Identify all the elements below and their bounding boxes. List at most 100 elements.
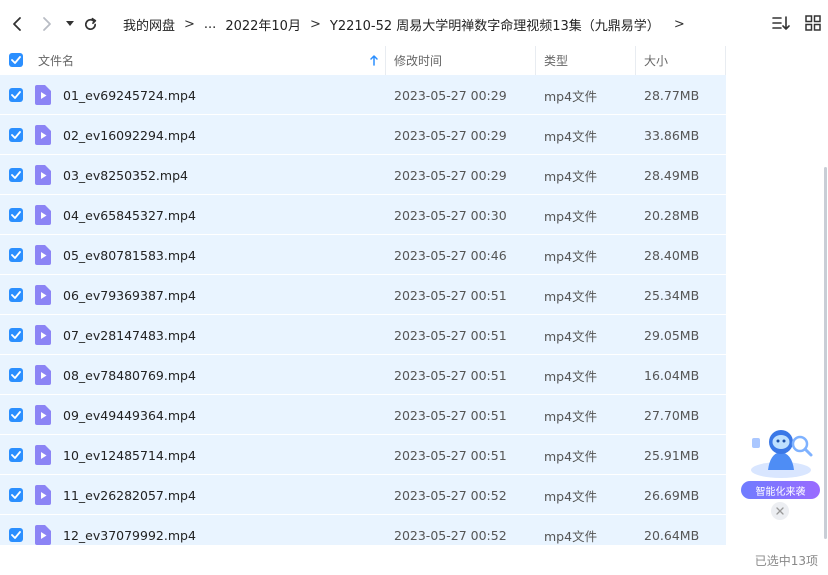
file-type: mp4文件 [544,208,598,224]
video-file-icon [35,245,51,265]
video-file-icon [35,325,51,345]
file-modified-time: 2023-05-27 00:29 [394,127,507,143]
table-row[interactable]: 12_ev37079992.mp4 2023-05-27 00:52 mp4文件 20… [0,515,726,545]
table-row[interactable]: 07_ev28147483.mp4 2023-05-27 00:51 mp4文件 29… [0,315,726,355]
column-header-type[interactable]: 类型 [536,46,636,75]
file-size: 20.28MB [644,207,700,223]
file-name[interactable]: 08_ev78480769.mp4 [63,355,196,395]
video-file-icon [35,525,51,545]
video-file-icon [35,85,51,105]
file-type: mp4文件 [544,328,598,344]
table-row[interactable]: 09_ev49449364.mp4 2023-05-27 00:51 mp4文件 27… [0,395,726,435]
row-checkbox[interactable] [9,528,23,542]
checkbox-checked-icon [11,91,21,99]
file-name[interactable]: 04_ev65845327.mp4 [63,195,196,235]
file-name[interactable]: 02_ev16092294.mp4 [63,115,196,155]
ai-promo-label[interactable]: 智能化来袭 [741,481,820,499]
file-size: 28.40MB [644,247,700,263]
row-checkbox[interactable] [9,168,23,182]
column-header-time-label: 修改时间 [394,54,443,68]
select-all-checkbox[interactable] [9,53,23,67]
breadcrumb-item-ellipsis[interactable]: ... [204,17,216,32]
row-checkbox[interactable] [9,288,23,302]
column-header-name-label: 文件名 [38,54,75,68]
checkbox-checked-icon [11,131,21,139]
file-name[interactable]: 06_ev79369387.mp4 [63,275,196,315]
file-modified-time: 2023-05-27 00:52 [394,487,507,503]
view-controls [772,14,828,32]
row-checkbox[interactable] [9,128,23,142]
file-name[interactable]: 09_ev49449364.mp4 [63,395,196,435]
table-row[interactable]: 02_ev16092294.mp4 2023-05-27 00:29 mp4文件 33… [0,115,726,155]
file-size: 20.64MB [644,527,700,543]
file-type: mp4文件 [544,448,598,464]
file-modified-time: 2023-05-27 00:52 [394,527,507,543]
file-size: 29.05MB [644,327,700,343]
table-row[interactable]: 05_ev80781583.mp4 2023-05-27 00:46 mp4文件 28… [0,235,726,275]
column-header-size-label: 大小 [644,54,669,68]
chevron-right-icon[interactable] [37,14,57,34]
file-type: mp4文件 [544,368,598,384]
table-row[interactable]: 06_ev79369387.mp4 2023-05-27 00:51 mp4文件 25… [0,275,726,315]
video-file-icon [35,445,51,465]
file-name[interactable]: 03_ev8250352.mp4 [63,155,188,195]
refresh-icon[interactable] [80,14,100,34]
caret-down-icon[interactable] [62,14,78,34]
table-row[interactable]: 01_ev69245724.mp4 2023-05-27 00:29 mp4文件 28… [0,75,726,115]
breadcrumb-item-folder[interactable]: Y2210-52 周易大学明禅数字命理视频13集（九鼎易学） [330,15,660,34]
scrollbar-thumb[interactable] [824,167,827,539]
column-header-size[interactable]: 大小 [636,46,726,75]
row-checkbox[interactable] [9,248,23,262]
file-type: mp4文件 [544,288,598,304]
checkbox-checked-icon [11,331,21,339]
file-size: 26.69MB [644,487,700,503]
file-modified-time: 2023-05-27 00:51 [394,287,507,303]
file-type: mp4文件 [544,248,598,264]
row-checkbox[interactable] [9,368,23,382]
row-checkbox[interactable] [9,448,23,462]
file-size: 27.70MB [644,407,700,423]
table-row[interactable]: 04_ev65845327.mp4 2023-05-27 00:30 mp4文件 20… [0,195,726,235]
file-size: 33.86MB [644,127,700,143]
file-list: 01_ev69245724.mp4 2023-05-27 00:29 mp4文件 28… [0,75,726,545]
table-row[interactable]: 03_ev8250352.mp4 2023-05-27 00:29 mp4文件 28.… [0,155,726,195]
close-icon[interactable] [771,502,789,520]
file-name[interactable]: 01_ev69245724.mp4 [63,75,196,115]
table-row[interactable]: 10_ev12485714.mp4 2023-05-27 00:51 mp4文件 25… [0,435,726,475]
checkbox-checked-icon [11,451,21,459]
file-name[interactable]: 05_ev80781583.mp4 [63,235,196,275]
file-name[interactable]: 10_ev12485714.mp4 [63,435,196,475]
ai-promo-widget[interactable]: 智能化来袭 [740,420,822,520]
video-file-icon [35,485,51,505]
column-header-name[interactable]: 文件名 [30,46,386,75]
file-name[interactable]: 12_ev37079992.mp4 [63,515,196,545]
chevron-left-icon[interactable] [7,14,27,34]
row-checkbox[interactable] [9,328,23,342]
file-name[interactable]: 07_ev28147483.mp4 [63,315,196,355]
file-type: mp4文件 [544,488,598,504]
sort-ascending-icon [370,55,378,66]
file-size: 28.77MB [644,87,700,103]
breadcrumb-item-month[interactable]: 2022年10月 [225,15,301,34]
file-browser-window: 我的网盘 > ... 2022年10月 > Y2210-52 周易大学明禅数字命… [0,0,828,575]
checkbox-checked-icon [11,491,21,499]
row-checkbox[interactable] [9,88,23,102]
file-modified-time: 2023-05-27 00:46 [394,247,507,263]
video-file-icon [35,365,51,385]
row-checkbox[interactable] [9,208,23,222]
column-header-time[interactable]: 修改时间 [386,46,536,75]
table-header: 文件名 修改时间 类型 大小 [0,46,828,75]
grid-view-icon[interactable] [804,14,822,32]
row-checkbox[interactable] [9,488,23,502]
scrollbar[interactable] [822,75,828,545]
table-row[interactable]: 11_ev26282057.mp4 2023-05-27 00:52 mp4文件 26… [0,475,726,515]
video-file-icon [35,285,51,305]
breadcrumb: 我的网盘 > ... 2022年10月 > Y2210-52 周易大学明禅数字命… [123,15,694,34]
breadcrumb-item-root[interactable]: 我的网盘 [123,15,175,34]
row-checkbox[interactable] [9,408,23,422]
sort-icon[interactable] [772,14,790,32]
checkbox-checked-icon [11,411,21,419]
table-row[interactable]: 08_ev78480769.mp4 2023-05-27 00:51 mp4文件 16… [0,355,726,395]
file-type: mp4文件 [544,408,598,424]
file-name[interactable]: 11_ev26282057.mp4 [63,475,196,515]
